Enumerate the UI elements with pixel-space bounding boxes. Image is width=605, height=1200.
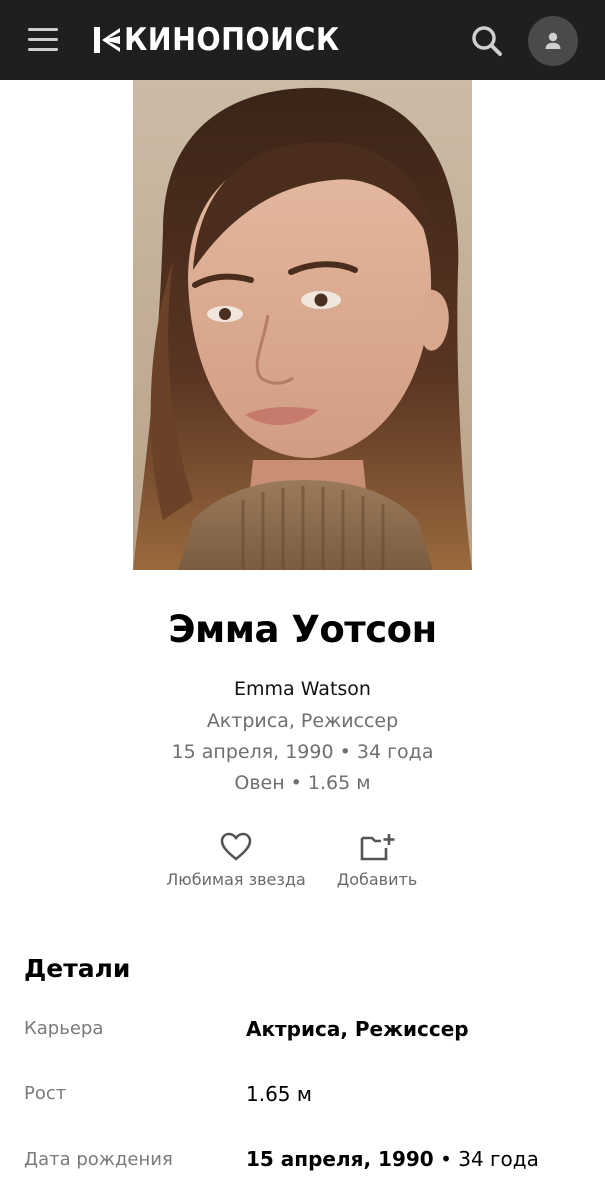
birth-date-link[interactable]: 15 апреля, 1990	[246, 1147, 434, 1171]
user-icon	[545, 32, 561, 49]
add-to-folder-button[interactable]: Добавить	[332, 832, 422, 889]
hamburger-menu-icon[interactable]	[28, 28, 58, 52]
height-value: 1.65 м	[246, 1082, 312, 1106]
height-label: Рост	[24, 1083, 67, 1104]
logo-sunburst-icon	[94, 27, 120, 53]
career-label: Карьера	[24, 1018, 104, 1039]
person-name-en: Emma Watson	[234, 678, 371, 700]
folder-plus-icon	[360, 834, 395, 861]
kinopoisk-logo[interactable]: КИНОПОИСК	[92, 21, 358, 59]
details-heading: Детали	[24, 954, 131, 983]
profile-photo	[133, 80, 472, 570]
career-value[interactable]: Актриса, Режиссер	[246, 1017, 469, 1041]
person-name-ru: Эмма Уотсон	[168, 608, 437, 651]
person-roles: Актриса, Режиссер	[206, 710, 399, 732]
birth-date-label: Дата рождения	[24, 1149, 173, 1170]
add-label: Добавить	[336, 870, 418, 889]
search-icon[interactable]	[470, 24, 504, 58]
avatar-button[interactable]	[528, 16, 578, 66]
birth-age: • 34 года	[440, 1147, 539, 1171]
birth-date-value: 15 апреля, 1990 • 34 года	[246, 1147, 539, 1171]
logo-wordmark: КИНОПОИСК	[124, 22, 340, 58]
favorite-star-button[interactable]: Любимая звезда	[166, 832, 306, 889]
person-birth-line: 15 апреля, 1990 • 34 года	[171, 741, 434, 763]
person-sign-height-line: Овен • 1.65 м	[234, 772, 371, 794]
favorite-star-label: Любимая звезда	[166, 870, 306, 889]
top-navbar: КИНОПОИСК	[0, 0, 605, 80]
heart-icon	[220, 832, 252, 861]
